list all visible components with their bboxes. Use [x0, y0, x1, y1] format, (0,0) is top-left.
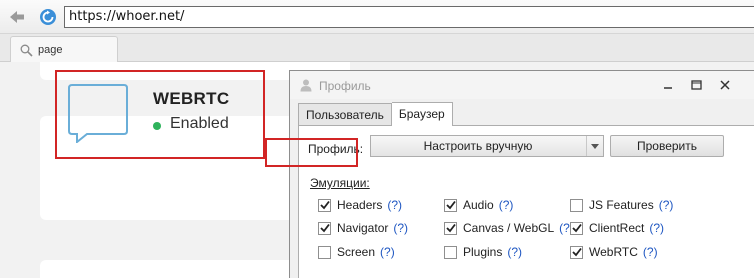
search-icon [20, 44, 33, 57]
tab-strip: page [0, 34, 754, 63]
help-link[interactable]: (?) [643, 245, 658, 259]
option-label: WebRTC [589, 245, 638, 259]
dialog-tabs: Пользователь Браузер [298, 102, 453, 126]
help-link[interactable]: (?) [499, 198, 514, 212]
dialog-title: Профиль [319, 79, 371, 93]
checkmark-icon [319, 223, 330, 233]
checkmark-icon [445, 223, 456, 233]
option-audio[interactable]: Audio (?) [444, 197, 513, 213]
dialog-body: Пользователь Браузер Профиль: Настроить … [298, 100, 754, 278]
profile-select[interactable]: Настроить вручную [370, 135, 604, 157]
option-js-features[interactable]: JS Features (?) [570, 197, 673, 213]
help-link[interactable]: (?) [393, 221, 408, 235]
headers-checkbox[interactable] [318, 198, 331, 212]
help-link[interactable]: (?) [507, 245, 522, 259]
option-screen[interactable]: Screen (?) [318, 244, 395, 260]
checkmark-icon [571, 247, 582, 257]
canvas-webgl-checkbox[interactable] [444, 221, 457, 235]
maximize-icon [690, 80, 702, 90]
browser-toolbar: https://whoer.net/ [0, 0, 754, 34]
status-dot [153, 122, 161, 130]
help-link[interactable]: (?) [649, 221, 664, 235]
emulations-label: Эмуляции: [310, 176, 370, 190]
maximize-button[interactable] [689, 78, 703, 92]
profile-dialog: Профиль Пользователь Браузер Профиль: На… [289, 70, 754, 278]
tab-user[interactable]: Пользователь [298, 103, 392, 126]
checkmark-icon [571, 223, 582, 233]
browser-tab-panel: Профиль: Настроить вручную Проверить Эму… [298, 125, 754, 278]
profile-select-value: Настроить вручную [423, 139, 533, 153]
option-label: Plugins [463, 245, 503, 259]
checkmark-icon [445, 200, 456, 210]
tab-label: page [38, 44, 63, 56]
plugins-checkbox[interactable] [444, 245, 457, 259]
option-label: Canvas / WebGL [463, 221, 555, 235]
check-button[interactable]: Проверить [610, 135, 724, 157]
highlight-box-webrtc-option [265, 138, 358, 167]
close-icon [720, 80, 730, 90]
minimize-button[interactable] [661, 78, 675, 92]
chevron-down-icon [591, 143, 599, 149]
dropdown-arrow[interactable] [586, 136, 603, 156]
reload-button[interactable] [38, 7, 58, 27]
navigator-checkbox[interactable] [318, 221, 331, 235]
screen-checkbox[interactable] [318, 245, 331, 259]
dialog-titlebar[interactable]: Профиль [290, 71, 754, 99]
reload-icon [40, 9, 56, 25]
arrow-left-icon [10, 11, 24, 23]
option-canvas-webgl[interactable]: Canvas / WebGL (?) [444, 220, 574, 236]
card-bottom [40, 260, 300, 278]
clientrect-checkbox[interactable] [570, 221, 583, 235]
profile-icon [300, 79, 312, 92]
checkmark-icon [319, 200, 330, 210]
option-label: Headers [337, 198, 383, 212]
option-label: ClientRect [589, 221, 645, 235]
chat-bubble-icon [68, 84, 128, 143]
option-label: JS Features [589, 198, 654, 212]
option-plugins[interactable]: Plugins (?) [444, 244, 522, 260]
back-button[interactable] [7, 7, 27, 27]
option-navigator[interactable]: Navigator (?) [318, 220, 408, 236]
close-button[interactable] [718, 78, 732, 92]
address-bar[interactable]: https://whoer.net/ [64, 6, 754, 28]
minimize-icon [664, 87, 672, 89]
browser-tab[interactable]: page [10, 36, 118, 63]
webrtc-checkbox[interactable] [570, 245, 583, 259]
help-link[interactable]: (?) [387, 198, 402, 212]
audio-checkbox[interactable] [444, 198, 457, 212]
help-link[interactable]: (?) [380, 245, 395, 259]
option-label: Navigator [337, 221, 389, 235]
webrtc-title: WEBRTC [153, 89, 230, 108]
option-headers[interactable]: Headers (?) [318, 197, 402, 213]
option-label: Audio [463, 198, 494, 212]
option-clientrect[interactable]: ClientRect (?) [570, 220, 664, 236]
tab-browser[interactable]: Браузер [391, 102, 453, 126]
help-link[interactable]: (?) [659, 198, 674, 212]
option-webrtc[interactable]: WebRTC (?) [570, 244, 658, 260]
js-features-checkbox[interactable] [570, 198, 583, 212]
webrtc-status: Enabled [170, 115, 229, 132]
option-label: Screen [337, 245, 376, 259]
